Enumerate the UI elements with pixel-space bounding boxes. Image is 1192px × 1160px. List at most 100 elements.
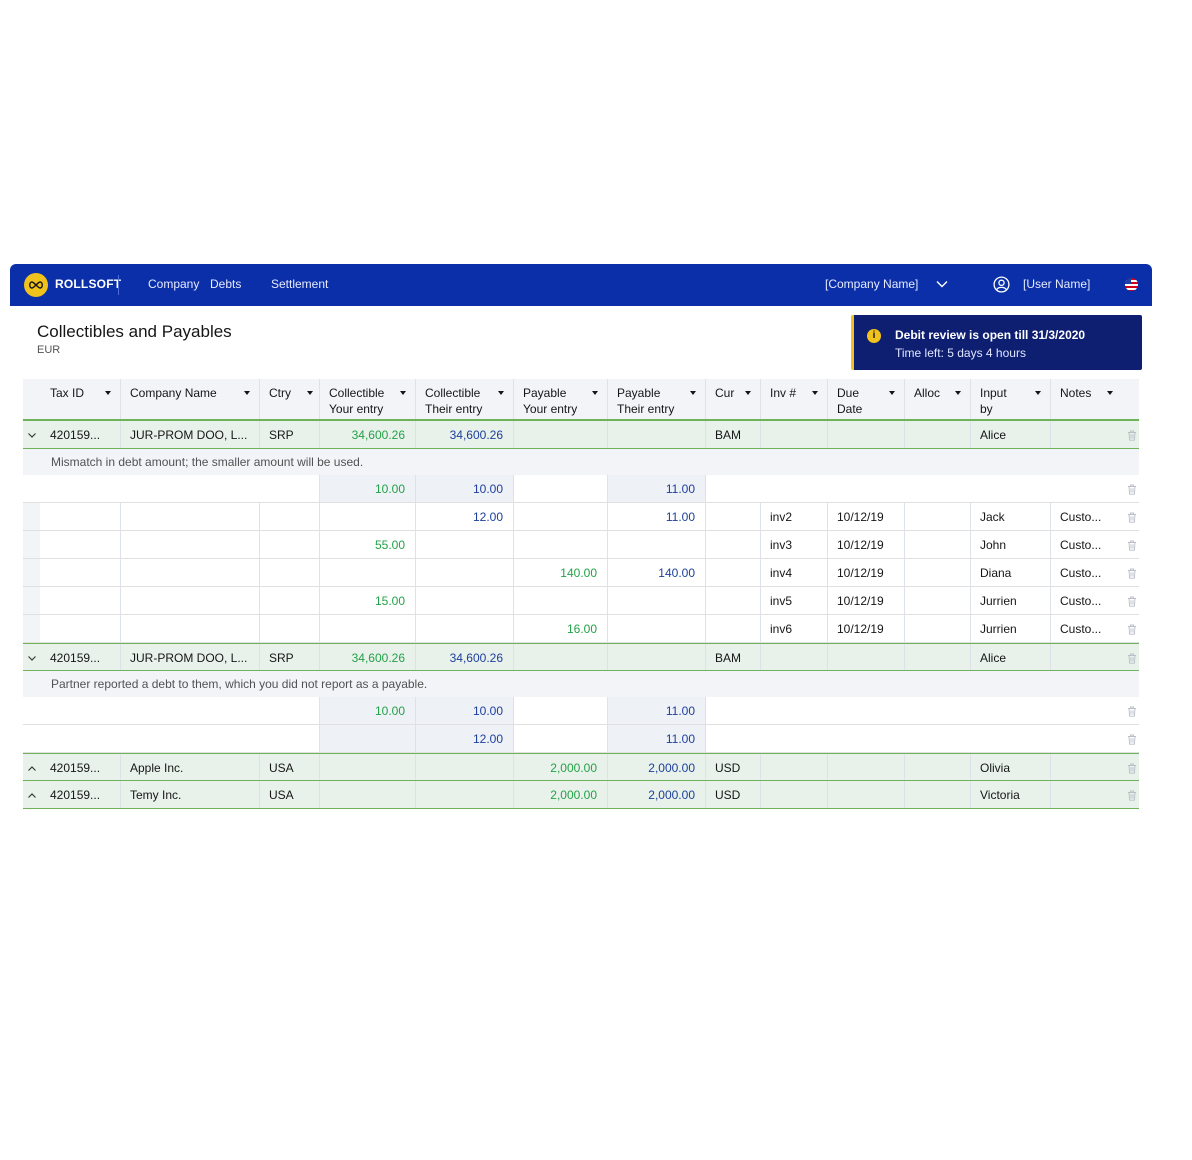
cell-due-date <box>827 421 904 448</box>
infinity-loop-icon[interactable] <box>24 273 48 297</box>
trash-icon[interactable] <box>1127 503 1139 530</box>
us-flag-icon[interactable] <box>1125 278 1138 291</box>
header-expander-cell <box>23 379 40 419</box>
cell-input-by: Jurrien <box>980 622 1017 636</box>
column-header-input-by[interactable]: Input by <box>970 379 1050 419</box>
chevron-up-icon[interactable] <box>23 754 41 780</box>
table-row[interactable]: 420159... JUR-PROM DOO, L... SRP 34,600.26 3… <box>23 643 1139 671</box>
cell-invoice-number <box>760 644 827 670</box>
column-divider <box>319 725 320 752</box>
sort-caret-icon[interactable] <box>244 391 250 395</box>
column-header-allocation[interactable]: Alloc <box>904 379 970 419</box>
sort-caret-icon[interactable] <box>105 391 111 395</box>
column-header-invoice-number[interactable]: Inv # <box>760 379 827 419</box>
column-header-collectible-their-entry[interactable]: Collectible Their entry <box>415 379 513 419</box>
column-header-currency[interactable]: Cur <box>705 379 760 419</box>
trash-icon[interactable] <box>1127 615 1139 642</box>
column-header-tax-id[interactable]: Tax ID <box>40 379 120 419</box>
company-select[interactable]: [Company Name] <box>825 277 918 291</box>
column-header-payable-their-entry[interactable]: Payable Their entry <box>607 379 705 419</box>
column-divider <box>120 503 121 530</box>
nav-item-debts[interactable]: Debts <box>210 277 241 291</box>
brand-name[interactable]: ROLLSOFT <box>55 277 121 291</box>
sort-caret-icon[interactable] <box>1107 391 1113 395</box>
user-name[interactable]: [User Name] <box>1023 277 1090 291</box>
column-header-notes[interactable]: Notes <box>1050 379 1122 419</box>
column-header-country[interactable]: Ctry <box>259 379 319 419</box>
column-divider <box>904 559 905 586</box>
brand-divider <box>118 275 119 295</box>
cell-collectible-their-entry <box>415 559 513 586</box>
column-divider <box>513 531 514 558</box>
column-divider <box>705 587 706 614</box>
column-divider <box>120 754 121 780</box>
column-divider <box>259 379 260 419</box>
table-subrow[interactable]: 12.00 11.00 inv2 10/12/19 Jack Custo... <box>23 503 1139 531</box>
sort-caret-icon[interactable] <box>745 391 751 395</box>
column-header-due-date[interactable]: Due Date <box>827 379 904 419</box>
table-row[interactable]: 420159... Apple Inc. USA 2,000.00 2,000.00 US… <box>23 753 1139 781</box>
column-divider <box>760 615 761 642</box>
column-header-company-name[interactable]: Company Name <box>120 379 259 419</box>
table-subrow[interactable]: 12.00 11.00 <box>23 725 1139 753</box>
trash-icon[interactable] <box>1127 781 1139 808</box>
cell-payable-their-entry: 2,000.00 <box>648 761 695 775</box>
sort-caret-icon[interactable] <box>812 391 818 395</box>
column-divider <box>607 475 608 502</box>
column-header-collectible-your-entry[interactable]: Collectible Your entry <box>319 379 415 419</box>
chevron-down-icon[interactable] <box>23 421 41 448</box>
column-divider <box>415 475 416 502</box>
column-divider <box>827 421 828 448</box>
column-divider <box>607 781 608 808</box>
column-divider <box>120 644 121 670</box>
row-message: Mismatch in debt amount; the smaller amo… <box>23 449 1139 475</box>
table-subrow[interactable]: 10.00 10.00 11.00 <box>23 697 1139 725</box>
column-divider <box>319 559 320 586</box>
trash-icon[interactable] <box>1127 475 1139 502</box>
cell-allocation <box>904 475 970 502</box>
table-row[interactable]: 420159... JUR-PROM DOO, L... SRP 34,600.26 3… <box>23 421 1139 449</box>
trash-icon[interactable] <box>1127 697 1139 724</box>
column-divider <box>259 781 260 808</box>
column-divider <box>607 379 608 419</box>
user-avatar-icon[interactable] <box>993 276 1010 298</box>
column-header-sublabel: by <box>980 402 993 416</box>
table-row[interactable]: 420159... Temy Inc. USA 2,000.00 2,000.00 USD… <box>23 781 1139 809</box>
chevron-down-icon[interactable] <box>936 277 948 295</box>
column-divider <box>607 587 608 614</box>
table-subrow[interactable]: 16.00 inv6 10/12/19 Jurrien Custo... <box>23 615 1139 643</box>
sort-caret-icon[interactable] <box>955 391 961 395</box>
chevron-up-icon[interactable] <box>23 781 41 808</box>
trash-icon[interactable] <box>1127 725 1139 752</box>
cell-collectible-their-entry <box>415 754 513 780</box>
sort-caret-icon[interactable] <box>889 391 895 395</box>
trash-icon[interactable] <box>1127 421 1139 448</box>
trash-icon[interactable] <box>1127 754 1139 780</box>
cell-notes: Custo... <box>1060 622 1102 636</box>
trash-icon[interactable] <box>1127 531 1139 558</box>
nav-item-settlement[interactable]: Settlement <box>271 277 328 291</box>
trash-icon[interactable] <box>1127 587 1139 614</box>
sort-caret-icon[interactable] <box>400 391 406 395</box>
sort-caret-icon[interactable] <box>592 391 598 395</box>
trash-icon[interactable] <box>1127 559 1139 586</box>
sort-caret-icon[interactable] <box>1035 391 1041 395</box>
column-divider <box>904 421 905 448</box>
table-subrow[interactable]: 10.00 10.00 11.00 <box>23 475 1139 503</box>
table-subrow[interactable]: 55.00 inv3 10/12/19 John Custo... <box>23 531 1139 559</box>
column-divider <box>259 421 260 448</box>
trash-icon[interactable] <box>1127 644 1139 670</box>
nav-item-company[interactable]: Company <box>148 277 199 291</box>
chevron-down-icon[interactable] <box>23 644 41 670</box>
table-subrow[interactable]: 140.00 140.00 inv4 10/12/19 Diana Custo... <box>23 559 1139 587</box>
column-header-payable-your-entry[interactable]: Payable Your entry <box>513 379 607 419</box>
cell-country <box>259 697 319 724</box>
cell-payable-your-entry <box>513 503 607 530</box>
subrow-indent <box>23 615 40 642</box>
sort-caret-icon[interactable] <box>690 391 696 395</box>
sort-caret-icon[interactable] <box>498 391 504 395</box>
table-subrow[interactable]: 15.00 inv5 10/12/19 Jurrien Custo... <box>23 587 1139 615</box>
cell-notes: Custo... <box>1060 594 1102 608</box>
sort-caret-icon[interactable] <box>307 391 313 395</box>
cell-collectible-their-entry: 10.00 <box>415 697 513 724</box>
